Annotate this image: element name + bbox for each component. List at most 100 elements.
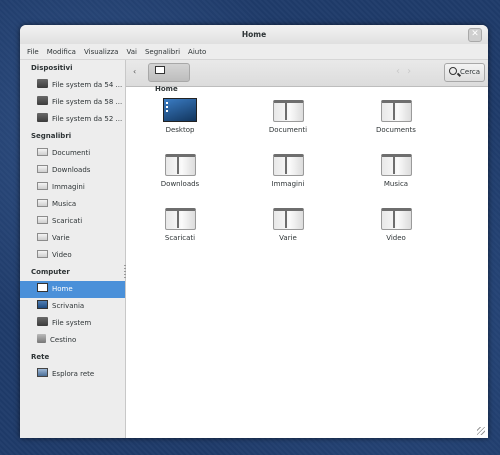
folder-icon xyxy=(37,182,48,190)
path-button-home[interactable]: Home xyxy=(148,63,190,93)
sidebar-item-label: Esplora rete xyxy=(52,370,95,378)
folder-icon xyxy=(37,165,48,173)
search-button[interactable]: Cerca xyxy=(444,63,485,82)
file-item-documenti[interactable]: Documenti xyxy=(234,94,342,140)
sidebar-item-label: File system da 54 ... xyxy=(52,81,123,89)
path-label: Home xyxy=(155,85,178,93)
file-grid: Desktop Documenti Documents Downloads Im… xyxy=(126,94,488,248)
history-nav-icon[interactable]: ‹ › xyxy=(396,66,413,77)
sidebar-item-musica[interactable]: Musica xyxy=(20,196,125,213)
sidebar-item-label: Varie xyxy=(52,234,70,242)
sidebar-item-label: Downloads xyxy=(52,166,91,174)
sidebar-item-filesystem-52[interactable]: File system da 52 ... xyxy=(20,111,125,128)
folder-icon xyxy=(164,154,196,176)
menu-visualizza[interactable]: Visualizza xyxy=(84,48,118,56)
sidebar-item-video[interactable]: Video xyxy=(20,247,125,264)
folder-icon xyxy=(37,148,48,156)
sidebar-item-filesystem-54[interactable]: File system da 54 ... xyxy=(20,77,125,94)
file-item-musica[interactable]: Musica xyxy=(342,148,450,194)
sidebar-item-filesystem-58[interactable]: File system da 58 ... xyxy=(20,94,125,111)
folder-icon xyxy=(380,154,412,176)
file-label: Documents xyxy=(376,126,416,134)
folder-icon xyxy=(272,154,304,176)
sidebar-item-downloads[interactable]: Downloads xyxy=(20,162,125,179)
sidebar-item-label: Scaricati xyxy=(52,217,83,225)
sidebar-item-label: Cestino xyxy=(50,336,77,344)
window-title: Home xyxy=(241,30,267,39)
sidebar-item-scrivania[interactable]: Scrivania xyxy=(20,298,125,315)
sidebar-item-label: File system da 58 ... xyxy=(52,98,123,106)
file-item-scaricati[interactable]: Scaricati xyxy=(126,202,234,248)
desktop-icon xyxy=(163,98,197,122)
sidebar-section-rete: Rete xyxy=(31,353,50,361)
resize-grip-icon[interactable] xyxy=(477,427,485,435)
sidebar-item-esplora-rete[interactable]: Esplora rete xyxy=(20,366,125,383)
sidebar-item-label: Video xyxy=(52,251,72,259)
menu-vai[interactable]: Vai xyxy=(126,48,136,56)
sidebar-section-dispositivi: Dispositivi xyxy=(31,64,73,72)
sidebar-item-file-system[interactable]: File system xyxy=(20,315,125,332)
network-icon xyxy=(37,368,48,377)
folder-icon xyxy=(380,208,412,230)
file-item-documents[interactable]: Documents xyxy=(342,94,450,140)
back-icon[interactable]: ‹ xyxy=(133,67,136,76)
file-label: Immagini xyxy=(271,180,305,188)
folder-icon xyxy=(37,216,48,224)
menu-file[interactable]: File xyxy=(27,48,39,56)
menu-modifica[interactable]: Modifica xyxy=(47,48,76,56)
close-icon[interactable]: ✕ xyxy=(468,28,482,42)
drive-icon xyxy=(37,317,48,326)
sidebar-item-documenti[interactable]: Documenti xyxy=(20,145,125,162)
sidebar-item-label: Musica xyxy=(52,200,77,208)
drive-icon xyxy=(37,79,48,88)
search-label: Cerca xyxy=(460,68,481,76)
file-label: Documenti xyxy=(268,126,308,134)
menu-bar: File Modifica Visualizza Vai Segnalibri … xyxy=(20,44,488,60)
file-label: Video xyxy=(386,234,406,242)
file-label: Musica xyxy=(383,180,409,188)
sidebar-item-immagini[interactable]: Immagini xyxy=(20,179,125,196)
file-item-video[interactable]: Video xyxy=(342,202,450,248)
sidebar-item-label: File system xyxy=(52,319,92,327)
folder-icon xyxy=(380,100,412,122)
home-icon xyxy=(37,283,48,292)
sidebar: Dispositivi File system da 54 ... File s… xyxy=(20,60,126,438)
sidebar-section-segnalibri: Segnalibri xyxy=(31,132,72,140)
sidebar-item-scaricati[interactable]: Scaricati xyxy=(20,213,125,230)
file-label: Downloads xyxy=(160,180,200,188)
home-icon xyxy=(155,66,165,74)
desktop-icon xyxy=(37,300,48,309)
trash-icon xyxy=(37,334,46,343)
file-view: ‹ Home ‹ › Cerca Desktop Documenti Docum… xyxy=(126,60,488,438)
sidebar-item-home[interactable]: Home xyxy=(20,281,125,298)
file-item-varie[interactable]: Varie xyxy=(234,202,342,248)
folder-icon xyxy=(164,208,196,230)
file-item-desktop[interactable]: Desktop xyxy=(126,94,234,140)
folder-icon xyxy=(272,208,304,230)
sidebar-item-cestino[interactable]: Cestino xyxy=(20,332,125,349)
file-manager-window: Home ✕ File Modifica Visualizza Vai Segn… xyxy=(20,25,488,438)
search-icon xyxy=(449,67,457,75)
toolbar: ‹ Home ‹ › Cerca xyxy=(126,60,488,93)
folder-icon xyxy=(37,233,48,241)
sidebar-item-label: Scrivania xyxy=(52,302,85,310)
folder-icon xyxy=(37,199,48,207)
file-item-immagini[interactable]: Immagini xyxy=(234,148,342,194)
title-bar[interactable]: Home ✕ xyxy=(20,25,488,44)
sidebar-item-varie[interactable]: Varie xyxy=(20,230,125,247)
drive-icon xyxy=(37,113,48,122)
file-item-downloads[interactable]: Downloads xyxy=(126,148,234,194)
file-label: Varie xyxy=(279,234,297,242)
menu-segnalibri[interactable]: Segnalibri xyxy=(145,48,180,56)
folder-icon xyxy=(37,250,48,258)
file-label: Desktop xyxy=(165,126,195,134)
sidebar-item-label: Home xyxy=(52,285,73,293)
sidebar-item-label: Documenti xyxy=(52,149,91,157)
menu-aiuto[interactable]: Aiuto xyxy=(188,48,206,56)
sidebar-item-label: Immagini xyxy=(52,183,85,191)
folder-icon xyxy=(272,100,304,122)
sidebar-item-label: File system da 52 ... xyxy=(52,115,123,123)
drive-icon xyxy=(37,96,48,105)
sidebar-section-computer: Computer xyxy=(31,268,70,276)
file-label: Scaricati xyxy=(164,234,196,242)
